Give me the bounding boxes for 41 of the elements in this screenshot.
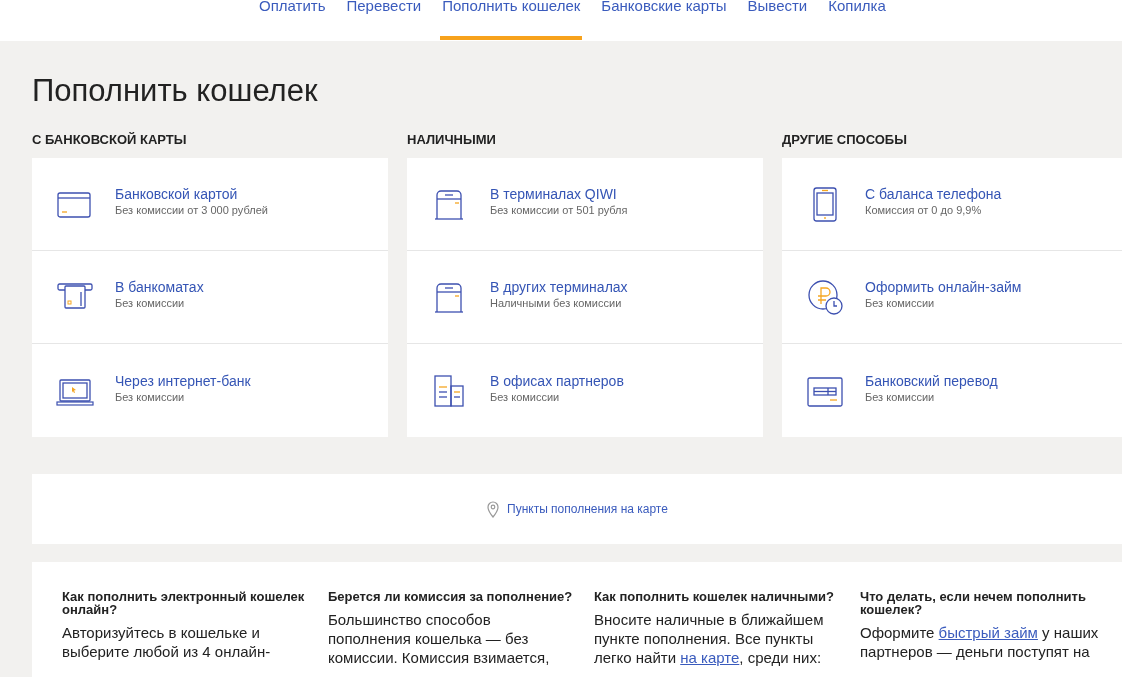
nav-tab[interactable]: Банковские карты [599, 0, 729, 40]
option-link[interactable]: Банковской картой [115, 185, 268, 203]
option-subtitle: Без комиссии [865, 296, 936, 310]
section-heading: С БАНКОВСКОЙ КАРТЫ [32, 131, 188, 148]
option-subtitle: Без комиссии [115, 389, 186, 404]
section-heading: ДРУГИЕ СПОСОБЫ [782, 131, 908, 148]
option-subtitle: Наличными без комиссии [490, 296, 623, 310]
option-subtitle: Комиссия от 0 до 9,9% [865, 203, 983, 217]
section-heading: НАЛИЧНЫМИ [407, 131, 497, 148]
option-link[interactable]: Оформить онлайн-займ [865, 278, 1022, 296]
faq-answer: Оформите быстрый займ у наших партнеров — деньги поступят на [860, 623, 1100, 661]
option-subtitle: Без комиссии [115, 296, 186, 310]
faq-answer: Авторизуйтесь в кошельке и выберите любой из 4 онлайн- [62, 623, 272, 661]
map-link[interactable]: Пункты пополнения на карте [507, 500, 668, 518]
option-link[interactable]: С баланса телефона [865, 185, 1002, 203]
inline-link[interactable]: быстрый займ [938, 624, 1038, 641]
coin-clock-icon [806, 278, 844, 316]
option-link[interactable]: Банковский перевод [865, 371, 998, 390]
option-subtitle: Без комиссии от 3 000 рублей [115, 203, 268, 217]
faq-answer: Вносите наличные в ближайшем пункте пополнения. Все пункты легко найти на карте, среди них: [594, 610, 825, 667]
nav-tab[interactable]: Копилка [826, 0, 888, 40]
option-link[interactable]: В офисах партнеров [490, 371, 624, 390]
faq-question: Как пополнить электронный кошелек онлайн? [62, 590, 306, 616]
option-subtitle: Без комиссии [490, 389, 561, 404]
map-pin-icon [487, 500, 499, 518]
nav-tab[interactable]: Оплатить [257, 0, 328, 40]
faq-question: Берется ли комиссия за пополнение? [328, 590, 574, 603]
option-link[interactable]: В других терминалах [490, 278, 628, 296]
option-subtitle: Без комиссии от 501 рубля [490, 203, 628, 217]
faq-answer: Большинство способов пополнения кошелька — без комиссии. Комиссия взимается, [328, 610, 551, 667]
nav-tab[interactable]: Вывести [745, 0, 810, 40]
faq-question: Как пополнить кошелек наличными? [594, 590, 835, 603]
page-title: Пополнить кошелек [32, 72, 318, 110]
nav-tab[interactable]: Перевести [344, 0, 424, 40]
option-link[interactable]: Через интернет-банк [115, 371, 251, 390]
option-subtitle: Без комиссии [865, 389, 936, 404]
faq-question: Что делать, если нечем пополнить кошелек? [860, 590, 1087, 616]
option-link[interactable]: В банкоматах [115, 278, 204, 296]
nav-tab[interactable]: Пополнить кошелек [440, 0, 583, 40]
option-link[interactable]: В терминалах QIWI [490, 185, 628, 203]
inline-link[interactable]: на карте [680, 649, 740, 666]
